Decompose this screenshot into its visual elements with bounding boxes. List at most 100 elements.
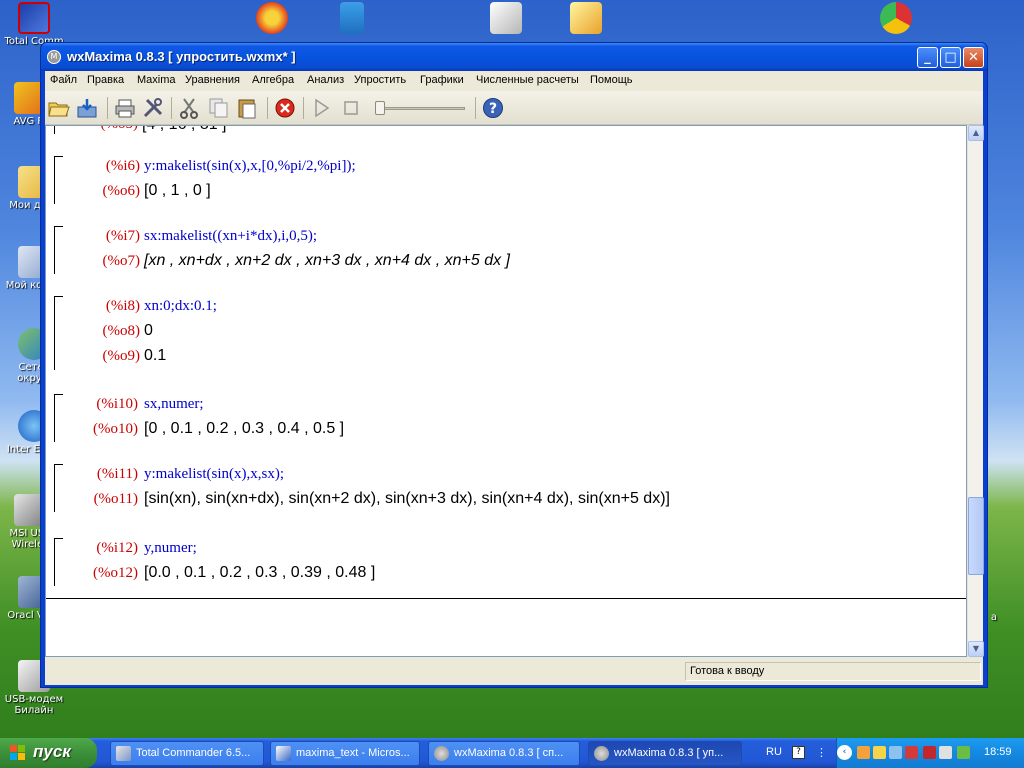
task-wxmaxima-1[interactable]: wxMaxima 0.8.3 [ сп... (428, 741, 580, 766)
volume-tray-icon[interactable] (939, 746, 952, 759)
security-tray-icon[interactable] (857, 746, 870, 759)
input-expression[interactable]: sx,numer; (144, 396, 204, 413)
cell-bracket[interactable] (54, 126, 62, 134)
cell-i8: (%i8) xn:0;dx:0.1; (%o8) 0 (%o9) 0.1 (46, 296, 966, 372)
network-tray-icon[interactable] (889, 746, 902, 759)
copy-button[interactable] (207, 96, 231, 120)
start-button[interactable]: пуск (0, 738, 97, 768)
cell-bracket[interactable] (54, 296, 63, 370)
people-shortcut-icon[interactable] (490, 2, 522, 34)
shield-tray-icon[interactable] (873, 746, 886, 759)
window-title: wxMaxima 0.8.3 [ упростить.wxmx* ] (67, 49, 296, 64)
cell-partial-top: (%o5) [4 , 16 , 81 ] (46, 126, 966, 136)
toolbar-separator (303, 97, 304, 119)
antivirus-tray-icon[interactable] (923, 746, 936, 759)
total-commander-icon (18, 2, 50, 34)
help-button[interactable]: ? (481, 96, 505, 120)
task-word-document[interactable]: maxima_text - Micros... (270, 741, 420, 766)
cell-bracket[interactable] (54, 538, 63, 586)
animation-slider[interactable] (375, 101, 465, 115)
input-label: (%i7) (105, 228, 140, 244)
input-expression[interactable]: y,numer; (144, 540, 197, 557)
menu-equations[interactable]: Уравнения (185, 74, 240, 86)
input-expression[interactable]: xn:0;dx:0.1; (144, 298, 217, 315)
toolbar: ? (45, 91, 983, 125)
output-value: 0 (144, 322, 153, 339)
paste-button[interactable] (235, 96, 259, 120)
help-tray-icon[interactable]: ? (792, 746, 805, 759)
worksheet[interactable]: (%o5) [4 , 16 , 81 ] (%i6) y:makelist(si… (45, 125, 967, 657)
tray-expand-icon[interactable]: ⋮ (816, 746, 827, 759)
menu-calculus[interactable]: Анализ (307, 74, 344, 86)
scroll-thumb[interactable] (968, 497, 984, 575)
mascot-shortcut-icon[interactable] (256, 2, 288, 34)
maximize-button[interactable]: □ (940, 47, 961, 68)
cell-bracket[interactable] (54, 394, 63, 442)
menu-plotting[interactable]: Графики (420, 74, 464, 86)
menu-maxima[interactable]: Maxima (137, 74, 176, 86)
tray-collapse-icon[interactable]: ‹ (837, 745, 852, 760)
cut-icon (180, 98, 198, 119)
menu-bar: Файл Правка Maxima Уравнения Алгебра Ана… (45, 71, 983, 91)
cell-i12: (%i12) y,numer; (%o12) [0.0 , 0.1 , 0.2 … (46, 538, 966, 588)
chevron-down-icon: ▼ (972, 644, 980, 653)
display-tray-icon[interactable] (905, 746, 918, 759)
play-button[interactable] (309, 96, 333, 120)
save-icon (77, 99, 97, 118)
chrome-shortcut-icon[interactable] (880, 2, 912, 34)
save-button[interactable] (75, 96, 99, 120)
slider-track (375, 107, 465, 110)
scroll-up-button[interactable]: ▲ (968, 125, 984, 141)
task-label: wxMaxima 0.8.3 [ уп... (614, 747, 724, 759)
blue-figure-shortcut-icon[interactable] (340, 2, 364, 34)
open-button[interactable] (47, 96, 71, 120)
cell-bracket[interactable] (54, 226, 63, 274)
menu-simplify[interactable]: Упростить (354, 74, 406, 86)
toolbar-separator (171, 97, 172, 119)
output-value: 0.1 (144, 347, 167, 364)
configure-icon (143, 98, 163, 118)
chevron-up-icon: ▲ (972, 128, 980, 137)
menu-edit[interactable]: Правка (87, 74, 124, 86)
scroll-down-button[interactable]: ▼ (968, 641, 984, 657)
input-label: (%i6) (105, 158, 140, 174)
minimize-button[interactable]: _ (917, 47, 938, 68)
input-label: (%i12) (96, 540, 138, 556)
output-value: [0 , 1 , 0 ] (144, 182, 211, 199)
interrupt-button[interactable] (273, 96, 297, 120)
menu-file[interactable]: Файл (50, 74, 77, 86)
cell-bracket[interactable] (54, 464, 63, 512)
vertical-scrollbar[interactable]: ▲ ▼ (967, 125, 984, 657)
input-expression[interactable]: sx:makelist((xn+i*dx),i,0,5); (144, 228, 317, 245)
insertion-line (46, 598, 966, 599)
print-button[interactable] (113, 96, 137, 120)
menu-numeric[interactable]: Численные расчеты (476, 74, 579, 86)
open-icon (48, 102, 70, 117)
cell-i6: (%i6) y:makelist(sin(x),x,[0,%pi/2,%pi])… (46, 156, 966, 206)
input-expression[interactable]: y:makelist(sin(x),x,sx); (144, 466, 284, 483)
task-total-commander[interactable]: Total Commander 6.5... (110, 741, 264, 766)
window-client: Файл Правка Maxima Уравнения Алгебра Ана… (45, 71, 984, 685)
input-expression[interactable]: y:makelist(sin(x),x,[0,%pi/2,%pi]); (144, 158, 356, 175)
status-text: Готова к вводу (690, 665, 765, 677)
help-icon: ? (483, 98, 503, 118)
configure-button[interactable] (141, 96, 165, 120)
pen-shortcut-icon[interactable] (570, 2, 602, 34)
close-button[interactable]: ✕ (963, 47, 984, 68)
cut-button[interactable] (177, 96, 201, 120)
usb-tray-icon[interactable] (957, 746, 970, 759)
title-bar[interactable]: M wxMaxima 0.8.3 [ упростить.wxmx* ] _ □… (41, 43, 987, 71)
stop-button[interactable] (339, 96, 363, 120)
menu-algebra[interactable]: Алгебра (252, 74, 294, 86)
slider-thumb[interactable] (375, 101, 385, 115)
output-label: (%o8) (102, 323, 141, 339)
output-label: (%o6) (102, 183, 141, 199)
clock[interactable]: 18:59 (984, 746, 1012, 758)
task-wxmaxima-2[interactable]: wxMaxima 0.8.3 [ уп... (588, 741, 742, 766)
maxima-icon: M (47, 50, 61, 64)
language-indicator[interactable]: RU (766, 746, 782, 758)
cell-bracket[interactable] (54, 156, 63, 204)
cell-i11: (%i11) y:makelist(sin(x),x,sx); (%o11) [… (46, 464, 966, 514)
menu-help[interactable]: Помощь (590, 74, 633, 86)
status-panel: Готова к вводу (685, 662, 981, 681)
